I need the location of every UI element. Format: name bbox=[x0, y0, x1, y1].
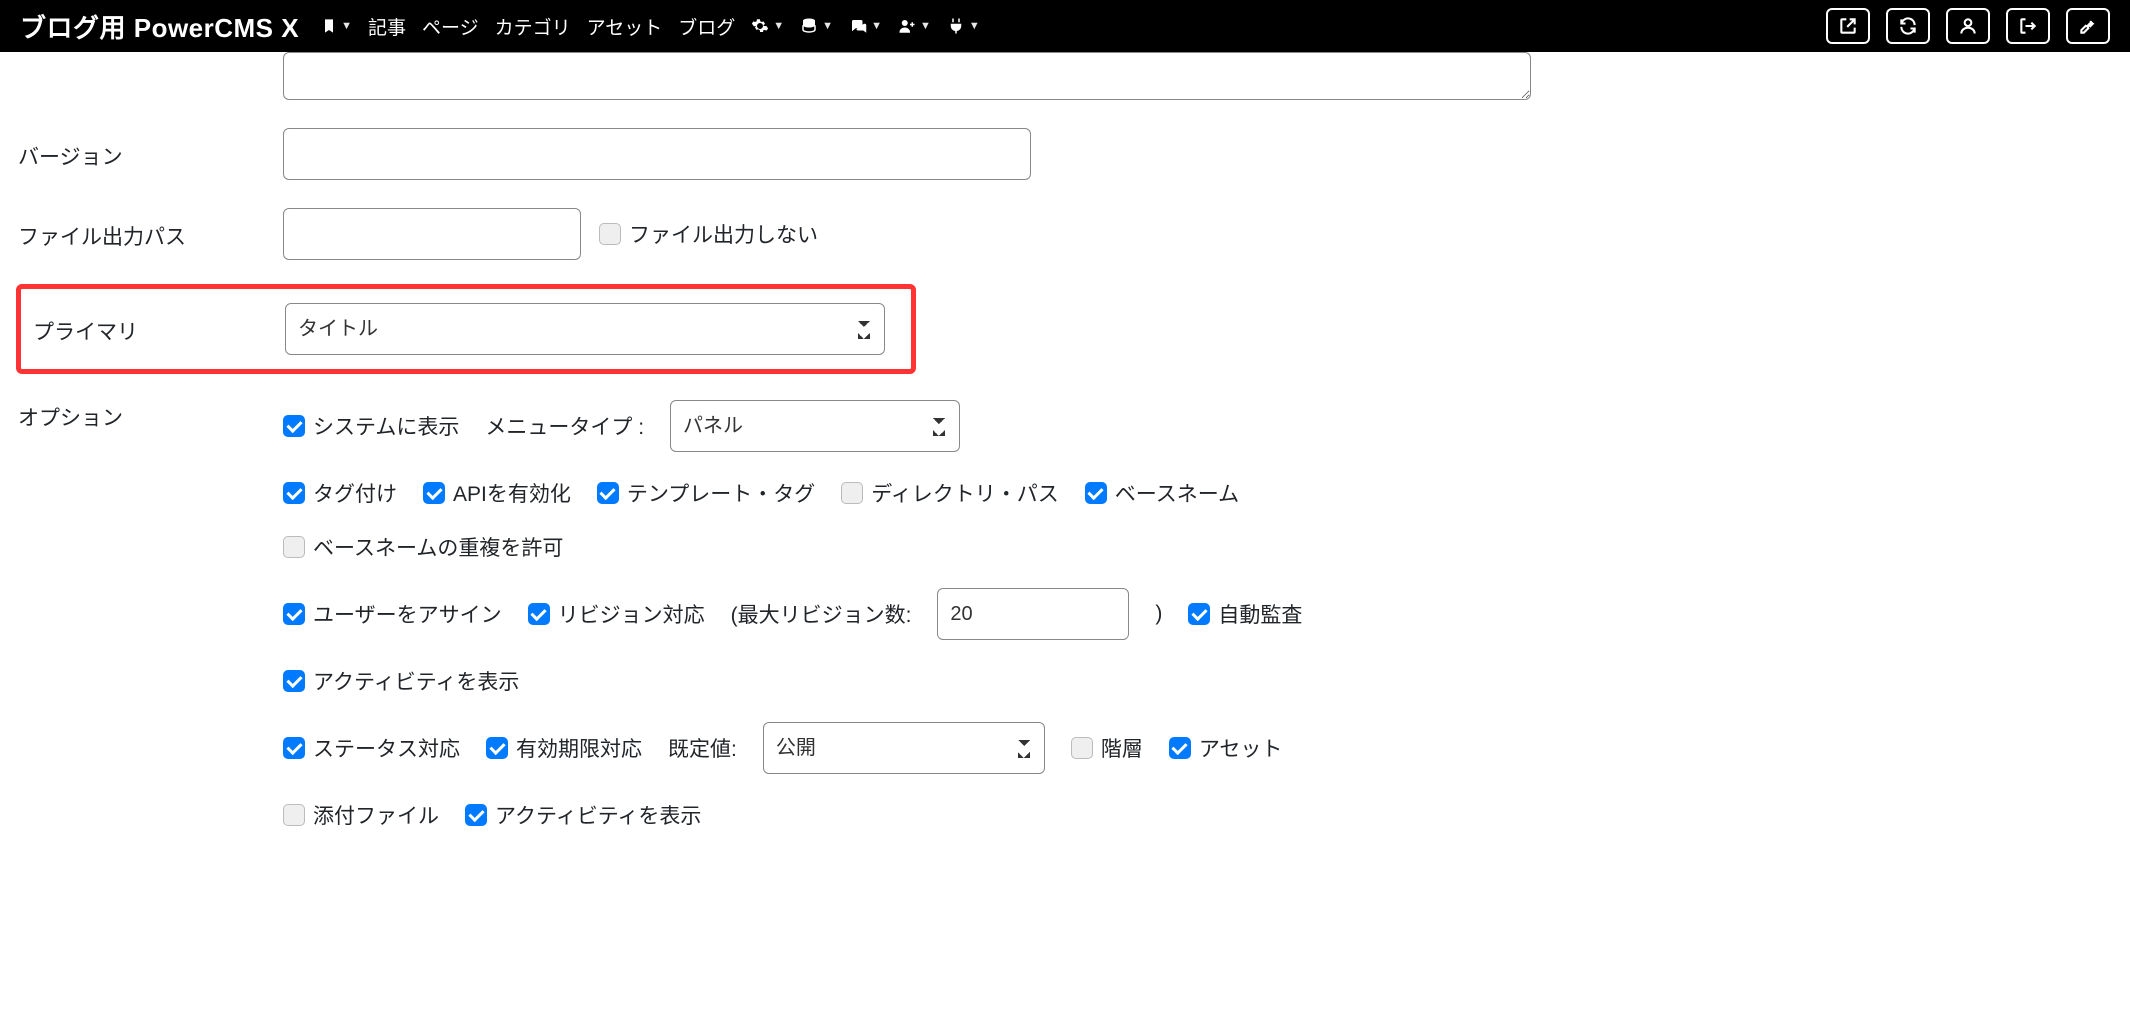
tools-button[interactable] bbox=[2066, 8, 2110, 44]
row-options: オプション システムに表示 メニュータイプ : パネル タグ付け bbox=[18, 400, 2112, 830]
label-system-display: システムに表示 bbox=[313, 411, 459, 441]
checkbox-icon bbox=[1085, 482, 1107, 504]
label-version: バージョン bbox=[18, 137, 283, 171]
empty-label bbox=[18, 52, 283, 56]
row-filepath: ファイル出力パス ファイル出力しない bbox=[18, 208, 2112, 260]
comments-menu[interactable]: ▼ bbox=[849, 17, 882, 35]
external-link-button[interactable] bbox=[1826, 8, 1870, 44]
checkbox-icon bbox=[597, 482, 619, 504]
checkbox-icon bbox=[841, 482, 863, 504]
checkbox-icon bbox=[423, 482, 445, 504]
filepath-input[interactable] bbox=[283, 208, 581, 260]
form-area: バージョン ファイル出力パス ファイル出力しない プライマリ タイトル オプショ… bbox=[0, 52, 2130, 860]
checkbox-icon bbox=[465, 804, 487, 826]
brand-title[interactable]: ブログ用 PowerCMS X bbox=[20, 8, 299, 45]
database-menu[interactable]: ▼ bbox=[800, 17, 833, 35]
chk-basename-dup[interactable]: ベースネームの重複を許可 bbox=[283, 532, 563, 562]
label-no-output: ファイル出力しない bbox=[629, 219, 818, 249]
user-button[interactable] bbox=[1946, 8, 1990, 44]
checkbox-icon bbox=[283, 415, 305, 437]
nav-articles[interactable]: 記事 bbox=[368, 13, 406, 40]
chk-activity-show-2[interactable]: アクティビティを表示 bbox=[465, 800, 701, 830]
checkbox-icon bbox=[283, 603, 305, 625]
caret-down-icon: ▼ bbox=[341, 20, 352, 32]
comments-icon bbox=[849, 17, 867, 35]
row-version: バージョン bbox=[18, 128, 2112, 180]
chk-no-output[interactable]: ファイル出力しない bbox=[599, 219, 818, 249]
menutype-select[interactable]: パネル bbox=[670, 400, 960, 452]
chk-template-tag[interactable]: テンプレート・タグ bbox=[597, 478, 815, 508]
chk-basename[interactable]: ベースネーム bbox=[1085, 478, 1239, 508]
settings-menu[interactable]: ▼ bbox=[751, 17, 784, 35]
caret-down-icon: ▼ bbox=[822, 20, 833, 32]
user-plus-icon bbox=[898, 17, 916, 35]
checkbox-icon bbox=[283, 482, 305, 504]
user-add-menu[interactable]: ▼ bbox=[898, 17, 931, 35]
chk-auto-audit[interactable]: 自動監査 bbox=[1188, 599, 1302, 629]
nav-blog[interactable]: ブログ bbox=[678, 13, 735, 40]
nav-pages[interactable]: ページ bbox=[422, 13, 479, 40]
row-textarea bbox=[18, 52, 2112, 100]
version-input[interactable] bbox=[283, 128, 1031, 180]
caret-down-icon: ▼ bbox=[871, 20, 882, 32]
caret-down-icon: ▼ bbox=[920, 20, 931, 32]
chk-hierarchy[interactable]: 階層 bbox=[1071, 733, 1143, 763]
checkbox-icon bbox=[283, 536, 305, 558]
refresh-button[interactable] bbox=[1886, 8, 1930, 44]
logout-button[interactable] bbox=[2006, 8, 2050, 44]
checkbox-icon bbox=[1188, 603, 1210, 625]
chk-api-enable[interactable]: APIを有効化 bbox=[423, 478, 571, 508]
checkbox-icon bbox=[283, 670, 305, 692]
options-container: システムに表示 メニュータイプ : パネル タグ付け APIを有効化 bbox=[283, 400, 2112, 830]
checkbox-icon bbox=[283, 804, 305, 826]
max-rev-close: ) bbox=[1155, 602, 1162, 626]
checkbox-icon bbox=[528, 603, 550, 625]
checkbox-icon bbox=[599, 223, 621, 245]
checkbox-icon bbox=[486, 737, 508, 759]
max-revision-input[interactable] bbox=[937, 588, 1129, 640]
chk-system-display[interactable]: システムに表示 bbox=[283, 411, 459, 441]
chk-revision[interactable]: リビジョン対応 bbox=[528, 599, 705, 629]
chk-status[interactable]: ステータス対応 bbox=[283, 733, 460, 763]
default-status-select[interactable]: 公開 bbox=[763, 722, 1045, 774]
chk-directory-path[interactable]: ディレクトリ・パス bbox=[841, 478, 1059, 508]
chk-tagging[interactable]: タグ付け bbox=[283, 478, 397, 508]
primary-select[interactable]: タイトル bbox=[285, 303, 885, 355]
checkbox-icon bbox=[1169, 737, 1191, 759]
chk-asset[interactable]: アセット bbox=[1169, 733, 1283, 763]
label-primary: プライマリ bbox=[33, 312, 285, 346]
nav-categories[interactable]: カテゴリ bbox=[495, 13, 571, 40]
label-menu-type: メニュータイプ : bbox=[485, 411, 644, 441]
caret-down-icon: ▼ bbox=[773, 20, 784, 32]
bookmark-menu[interactable]: ▼ bbox=[321, 18, 352, 34]
nav-assets[interactable]: アセット bbox=[587, 13, 663, 40]
gear-icon bbox=[751, 17, 769, 35]
database-icon bbox=[800, 17, 818, 35]
checkbox-icon bbox=[283, 737, 305, 759]
chk-expiry[interactable]: 有効期限対応 bbox=[486, 733, 642, 763]
max-rev-open: (最大リビジョン数: bbox=[731, 599, 912, 629]
label-filepath: ファイル出力パス bbox=[18, 217, 283, 251]
checkbox-icon bbox=[1071, 737, 1093, 759]
row-primary-highlighted: プライマリ タイトル bbox=[16, 284, 916, 374]
label-default: 既定値: bbox=[668, 733, 737, 763]
chk-attachment[interactable]: 添付ファイル bbox=[283, 800, 439, 830]
plug-icon bbox=[947, 17, 965, 35]
chk-assign-user[interactable]: ユーザーをアサイン bbox=[283, 599, 502, 629]
plugins-menu[interactable]: ▼ bbox=[947, 17, 980, 35]
description-textarea[interactable] bbox=[283, 52, 1531, 100]
caret-down-icon: ▼ bbox=[969, 20, 980, 32]
chk-activity-show[interactable]: アクティビティを表示 bbox=[283, 666, 519, 696]
top-navbar: ブログ用 PowerCMS X ▼ 記事 ページ カテゴリ アセット ブログ ▼… bbox=[0, 0, 2130, 52]
label-options: オプション bbox=[18, 400, 283, 830]
bookmark-icon bbox=[321, 18, 337, 34]
